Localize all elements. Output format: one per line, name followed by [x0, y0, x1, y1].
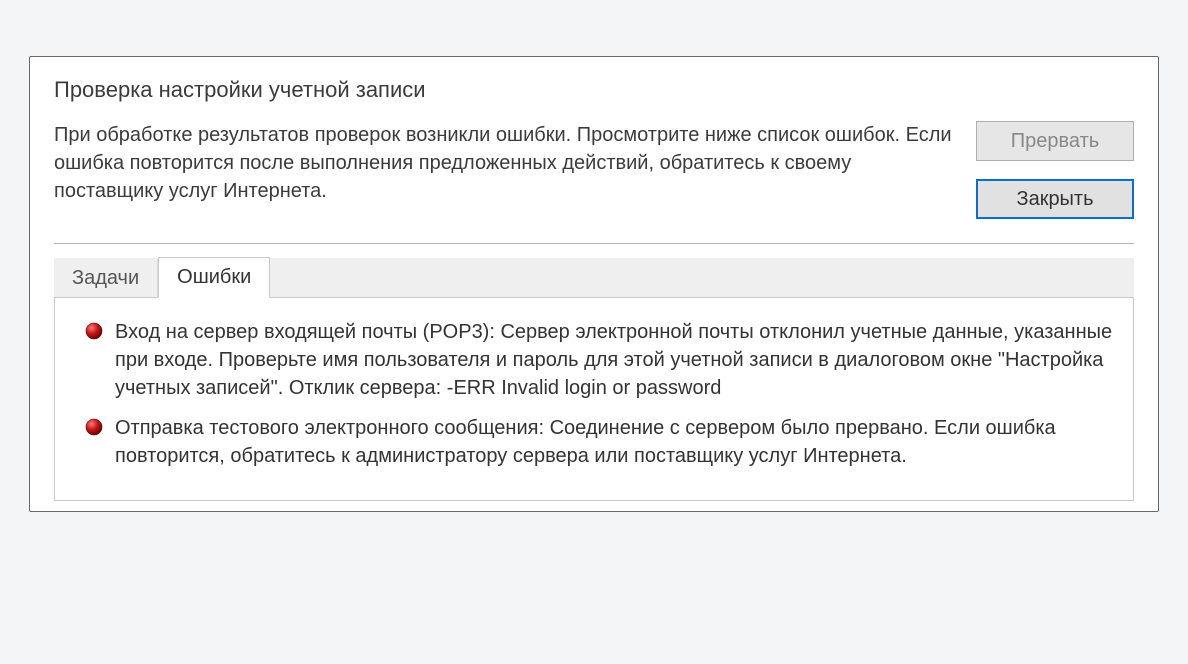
dialog-description: При обработке результатов проверок возни… — [54, 121, 952, 205]
error-text: Отправка тестового электронного сообщени… — [115, 414, 1115, 470]
dialog-body: При обработке результатов проверок возни… — [30, 121, 1158, 243]
error-icon — [85, 322, 103, 340]
tab-content-errors: Вход на сервер входящей почты (POP3): Се… — [54, 298, 1134, 501]
stop-button: Прервать — [976, 121, 1134, 161]
error-icon — [85, 418, 103, 436]
tabs-area: Задачи Ошибки — [54, 243, 1134, 501]
account-test-dialog: Проверка настройки учетной записи При об… — [29, 56, 1159, 512]
error-item: Отправка тестового электронного сообщени… — [73, 408, 1115, 476]
tab-errors[interactable]: Ошибки — [158, 257, 270, 298]
tab-strip: Задачи Ошибки — [54, 258, 1134, 298]
close-button[interactable]: Закрыть — [976, 179, 1134, 219]
tab-tasks[interactable]: Задачи — [54, 259, 158, 298]
dialog-title: Проверка настройки учетной записи — [30, 57, 1158, 121]
error-item: Вход на сервер входящей почты (POP3): Се… — [73, 312, 1115, 408]
error-text: Вход на сервер входящей почты (POP3): Се… — [115, 318, 1115, 402]
dialog-buttons: Прервать Закрыть — [976, 121, 1134, 219]
